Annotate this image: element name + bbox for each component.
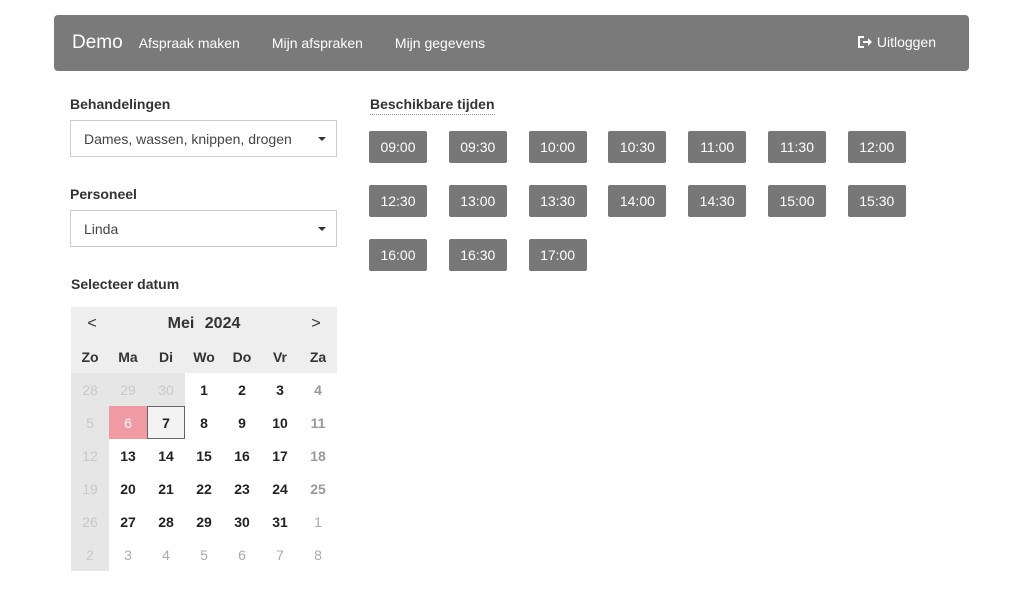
calendar-day[interactable]: 22 xyxy=(185,472,223,505)
calendar-month: Mei xyxy=(167,314,195,332)
calendar-day: 30 xyxy=(147,373,185,406)
time-slot-button[interactable]: 16:30 xyxy=(448,239,507,271)
calendar-day: 3 xyxy=(124,546,132,563)
time-slot-button[interactable]: 10:30 xyxy=(608,131,667,163)
calendar-day: 5 xyxy=(71,406,109,439)
available-times-title: Beschikbare tijden xyxy=(370,96,495,115)
weekday-header: Do xyxy=(223,340,261,373)
time-slot-button[interactable]: 11:00 xyxy=(688,131,747,163)
calendar-day: 18 xyxy=(310,447,326,464)
calendar-day[interactable]: 7 xyxy=(147,406,185,439)
calendar-next-button[interactable]: > xyxy=(309,315,323,333)
calendar-day[interactable]: 29 xyxy=(185,505,223,538)
calendar-day[interactable]: 14 xyxy=(147,439,185,472)
weekday-header: Za xyxy=(299,340,337,373)
calendar-day: 25 xyxy=(310,480,326,497)
staff-label: Personeel xyxy=(70,186,137,202)
calendar-day: 11 xyxy=(310,414,326,431)
nav-link-my-appointments[interactable]: Mijn afspraken xyxy=(272,35,363,51)
logout-icon xyxy=(857,36,872,48)
logout-button[interactable]: Uitloggen xyxy=(857,34,936,50)
time-slot-button[interactable]: 13:00 xyxy=(448,185,507,217)
time-slots: 09:00 09:30 10:00 10:30 11:00 11:30 12:00 12:30… xyxy=(369,131,929,271)
calendar-day: 4 xyxy=(162,546,170,563)
calendar-day[interactable]: 21 xyxy=(147,472,185,505)
calendar-day[interactable]: 28 xyxy=(147,505,185,538)
calendar-day[interactable]: 2 xyxy=(223,373,261,406)
time-slot-button[interactable]: 12:30 xyxy=(369,185,427,217)
treatments-label: Behandelingen xyxy=(70,96,171,112)
calendar-grid: Zo Ma Di Wo Do Vr Za 28 29 30 1 2 3 4 5 6 7 8 9 10 11 12 13 14 1… xyxy=(71,340,337,571)
time-slot-button[interactable]: 15:00 xyxy=(767,185,826,217)
calendar-day[interactable]: 20 xyxy=(109,472,147,505)
calendar-day[interactable]: 31 xyxy=(261,505,299,538)
calendar-day[interactable]: 27 xyxy=(109,505,147,538)
brand-link[interactable]: Demo xyxy=(72,32,123,54)
calendar-day: 29 xyxy=(109,373,147,406)
calendar-day[interactable]: 15 xyxy=(185,439,223,472)
time-slot-button[interactable]: 10:00 xyxy=(528,131,587,163)
calendar-day: 5 xyxy=(200,546,208,563)
treatments-selected-value: Dames, wassen, knippen, drogen xyxy=(84,130,292,147)
staff-select[interactable]: Linda xyxy=(70,210,337,247)
calendar-day: 8 xyxy=(314,546,322,563)
calendar-year: 2024 xyxy=(204,314,241,332)
calendar-day[interactable]: 16 xyxy=(223,439,261,472)
caret-down-icon xyxy=(318,227,326,231)
calendar-day[interactable]: 9 xyxy=(223,406,261,439)
staff-selected-value: Linda xyxy=(84,220,119,237)
calendar-day[interactable]: 17 xyxy=(261,439,299,472)
nav-link-make-appointment[interactable]: Afspraak maken xyxy=(139,35,240,51)
calendar-day: 26 xyxy=(71,505,109,538)
calendar-day: 19 xyxy=(71,472,109,505)
calendar-day[interactable]: 6 xyxy=(109,406,147,439)
time-slot-button[interactable]: 11:30 xyxy=(767,131,826,163)
calendar-day: 7 xyxy=(276,546,284,563)
calendar-day: 6 xyxy=(238,546,246,563)
weekday-header: Zo xyxy=(71,340,109,373)
calendar-day: 12 xyxy=(71,439,109,472)
calendar-day[interactable]: 24 xyxy=(261,472,299,505)
time-slot-button[interactable]: 12:00 xyxy=(847,131,906,163)
calendar-day[interactable]: 30 xyxy=(223,505,261,538)
calendar-day: 4 xyxy=(314,381,322,398)
time-slot-button[interactable]: 15:30 xyxy=(847,185,906,217)
time-slot-button[interactable]: 17:00 xyxy=(528,239,587,271)
calendar-day[interactable]: 3 xyxy=(261,373,299,406)
calendar-day[interactable]: 8 xyxy=(185,406,223,439)
weekday-header: Di xyxy=(147,340,185,373)
logout-label: Uitloggen xyxy=(876,34,936,50)
time-slot-button[interactable]: 14:30 xyxy=(688,185,747,217)
calendar-title: Mei 2024 xyxy=(165,315,244,333)
calendar-day: 1 xyxy=(314,513,322,530)
navbar: Demo Afspraak maken Mijn afspraken Mijn … xyxy=(54,15,969,71)
date-label: Selecteer datum xyxy=(71,276,180,292)
time-slot-button[interactable]: 14:00 xyxy=(608,185,667,217)
calendar-day[interactable]: 13 xyxy=(109,439,147,472)
calendar-day: 2 xyxy=(71,538,109,571)
calendar-day: 28 xyxy=(71,373,109,406)
weekday-header: Wo xyxy=(185,340,223,373)
calendar-day[interactable]: 1 xyxy=(185,373,223,406)
caret-down-icon xyxy=(318,137,326,141)
time-slot-button[interactable]: 16:00 xyxy=(369,239,427,271)
calendar-day[interactable]: 10 xyxy=(261,406,299,439)
calendar-header: < Mei 2024 > xyxy=(71,307,337,340)
weekday-header: Vr xyxy=(261,340,299,373)
weekday-header: Ma xyxy=(109,340,147,373)
calendar-prev-button[interactable]: < xyxy=(85,315,99,333)
time-slot-button[interactable]: 13:30 xyxy=(528,185,587,217)
nav-link-my-details[interactable]: Mijn gegevens xyxy=(395,35,485,51)
calendar-day[interactable]: 23 xyxy=(223,472,261,505)
time-slot-button[interactable]: 09:00 xyxy=(369,131,427,163)
treatments-select[interactable]: Dames, wassen, knippen, drogen xyxy=(70,120,337,157)
time-slot-button[interactable]: 09:30 xyxy=(448,131,507,163)
calendar: < Mei 2024 > Zo Ma Di Wo Do Vr Za 28 29 30 1 2 3 4 5 6 7… xyxy=(71,307,337,571)
